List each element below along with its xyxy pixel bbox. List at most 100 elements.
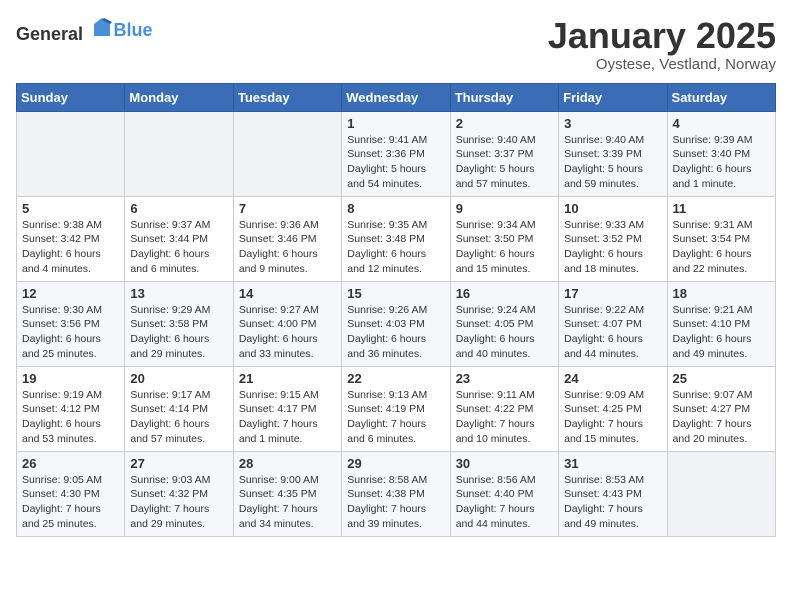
calendar-cell: 27 Sunrise: 9:03 AM Sunset: 4:32 PM Dayli…	[125, 451, 233, 536]
week-row-1: 1 Sunrise: 9:41 AM Sunset: 3:36 PM Daylig…	[17, 111, 776, 196]
day-info: Sunrise: 9:00 AM Sunset: 4:35 PM Dayligh…	[239, 473, 336, 532]
weekday-header-tuesday: Tuesday	[233, 83, 341, 111]
calendar-cell: 16 Sunrise: 9:24 AM Sunset: 4:05 PM Dayli…	[450, 281, 558, 366]
weekday-header-wednesday: Wednesday	[342, 83, 450, 111]
calendar-cell: 12Sunrise: 9:30 AM Sunset: 3:56 PM Dayli…	[17, 281, 125, 366]
calendar-cell: 15Sunrise: 9:26 AM Sunset: 4:03 PM Dayli…	[342, 281, 450, 366]
day-info: Sunrise: 9:27 AM Sunset: 4:00 PM Dayligh…	[239, 303, 336, 362]
day-info: Sunrise: 9:34 AM Sunset: 3:50 PM Dayligh…	[456, 218, 553, 277]
day-number: 6	[130, 201, 227, 216]
day-number: 16	[456, 286, 553, 301]
day-info: Sunrise: 9:38 AM Sunset: 3:42 PM Dayligh…	[22, 218, 119, 277]
calendar-cell: 20Sunrise: 9:17 AM Sunset: 4:14 PM Dayli…	[125, 366, 233, 451]
calendar-cell	[667, 451, 775, 536]
calendar-cell: 26Sunrise: 9:05 AM Sunset: 4:30 PM Dayli…	[17, 451, 125, 536]
calendar-cell: 30Sunrise: 8:56 AM Sunset: 4:40 PM Dayli…	[450, 451, 558, 536]
calendar-cell	[233, 111, 341, 196]
calendar-cell: 5 Sunrise: 9:38 AM Sunset: 3:42 PM Daylig…	[17, 196, 125, 281]
calendar-cell: 23 Sunrise: 9:11 AM Sunset: 4:22 PM Dayli…	[450, 366, 558, 451]
logo: General Blue	[16, 16, 153, 45]
day-number: 4	[673, 116, 770, 131]
day-number: 29	[347, 456, 444, 471]
calendar-cell: 11 Sunrise: 9:31 AM Sunset: 3:54 PM Dayli…	[667, 196, 775, 281]
day-info: Sunrise: 9:03 AM Sunset: 4:32 PM Dayligh…	[130, 473, 227, 532]
day-info: Sunrise: 9:15 AM Sunset: 4:17 PM Dayligh…	[239, 388, 336, 447]
calendar-cell: 14 Sunrise: 9:27 AM Sunset: 4:00 PM Dayli…	[233, 281, 341, 366]
day-info: Sunrise: 9:11 AM Sunset: 4:22 PM Dayligh…	[456, 388, 553, 447]
day-number: 1	[347, 116, 444, 131]
day-info: Sunrise: 9:29 AM Sunset: 3:58 PM Dayligh…	[130, 303, 227, 362]
day-number: 23	[456, 371, 553, 386]
calendar-cell	[17, 111, 125, 196]
weekday-header-monday: Monday	[125, 83, 233, 111]
calendar-cell: 9 Sunrise: 9:34 AM Sunset: 3:50 PM Daylig…	[450, 196, 558, 281]
day-info: Sunrise: 9:37 AM Sunset: 3:44 PM Dayligh…	[130, 218, 227, 277]
calendar-cell: 21 Sunrise: 9:15 AM Sunset: 4:17 PM Dayli…	[233, 366, 341, 451]
calendar-cell	[125, 111, 233, 196]
weekday-header-saturday: Saturday	[667, 83, 775, 111]
logo-blue: Blue	[114, 20, 153, 40]
day-info: Sunrise: 9:40 AM Sunset: 3:39 PM Dayligh…	[564, 133, 661, 192]
day-number: 21	[239, 371, 336, 386]
day-number: 7	[239, 201, 336, 216]
day-info: Sunrise: 9:33 AM Sunset: 3:52 PM Dayligh…	[564, 218, 661, 277]
day-number: 13	[130, 286, 227, 301]
calendar-cell: 22Sunrise: 9:13 AM Sunset: 4:19 PM Dayli…	[342, 366, 450, 451]
weekday-header-friday: Friday	[559, 83, 667, 111]
day-info: Sunrise: 9:41 AM Sunset: 3:36 PM Dayligh…	[347, 133, 444, 192]
calendar-cell: 8 Sunrise: 9:35 AM Sunset: 3:48 PM Daylig…	[342, 196, 450, 281]
day-info: Sunrise: 9:40 AM Sunset: 3:37 PM Dayligh…	[456, 133, 553, 192]
day-info: Sunrise: 9:22 AM Sunset: 4:07 PM Dayligh…	[564, 303, 661, 362]
day-number: 22	[347, 371, 444, 386]
day-info: Sunrise: 9:09 AM Sunset: 4:25 PM Dayligh…	[564, 388, 661, 447]
day-number: 19	[22, 371, 119, 386]
day-number: 25	[673, 371, 770, 386]
day-info: Sunrise: 9:35 AM Sunset: 3:48 PM Dayligh…	[347, 218, 444, 277]
day-info: Sunrise: 9:30 AM Sunset: 3:56 PM Dayligh…	[22, 303, 119, 362]
calendar-cell: 25 Sunrise: 9:07 AM Sunset: 4:27 PM Dayli…	[667, 366, 775, 451]
calendar-cell: 19Sunrise: 9:19 AM Sunset: 4:12 PM Dayli…	[17, 366, 125, 451]
weekday-header-sunday: Sunday	[17, 83, 125, 111]
day-info: Sunrise: 9:17 AM Sunset: 4:14 PM Dayligh…	[130, 388, 227, 447]
calendar-cell: 2Sunrise: 9:40 AM Sunset: 3:37 PM Daylig…	[450, 111, 558, 196]
calendar-table: SundayMondayTuesdayWednesdayThursdayFrid…	[16, 83, 776, 537]
calendar-cell: 24 Sunrise: 9:09 AM Sunset: 4:25 PM Dayli…	[559, 366, 667, 451]
calendar-cell: 3 Sunrise: 9:40 AM Sunset: 3:39 PM Daylig…	[559, 111, 667, 196]
week-row-4: 19Sunrise: 9:19 AM Sunset: 4:12 PM Dayli…	[17, 366, 776, 451]
week-row-5: 26Sunrise: 9:05 AM Sunset: 4:30 PM Dayli…	[17, 451, 776, 536]
day-number: 27	[130, 456, 227, 471]
week-row-3: 12Sunrise: 9:30 AM Sunset: 3:56 PM Dayli…	[17, 281, 776, 366]
day-number: 10	[564, 201, 661, 216]
day-number: 5	[22, 201, 119, 216]
day-number: 9	[456, 201, 553, 216]
day-number: 28	[239, 456, 336, 471]
day-number: 17	[564, 286, 661, 301]
day-number: 18	[673, 286, 770, 301]
day-number: 31	[564, 456, 661, 471]
calendar-cell: 31 Sunrise: 8:53 AM Sunset: 4:43 PM Dayli…	[559, 451, 667, 536]
week-row-2: 5 Sunrise: 9:38 AM Sunset: 3:42 PM Daylig…	[17, 196, 776, 281]
day-number: 11	[673, 201, 770, 216]
day-info: Sunrise: 8:53 AM Sunset: 4:43 PM Dayligh…	[564, 473, 661, 532]
day-info: Sunrise: 8:58 AM Sunset: 4:38 PM Dayligh…	[347, 473, 444, 532]
day-number: 14	[239, 286, 336, 301]
calendar-cell: 7Sunrise: 9:36 AM Sunset: 3:46 PM Daylig…	[233, 196, 341, 281]
location-title: Oystese, Vestland, Norway	[548, 56, 776, 73]
calendar-cell: 17 Sunrise: 9:22 AM Sunset: 4:07 PM Dayli…	[559, 281, 667, 366]
page-header: General Blue January 2025 Oystese, Vestl…	[16, 16, 776, 73]
weekday-header-row: SundayMondayTuesdayWednesdayThursdayFrid…	[17, 83, 776, 111]
day-info: Sunrise: 9:24 AM Sunset: 4:05 PM Dayligh…	[456, 303, 553, 362]
day-info: Sunrise: 9:31 AM Sunset: 3:54 PM Dayligh…	[673, 218, 770, 277]
day-number: 15	[347, 286, 444, 301]
day-number: 30	[456, 456, 553, 471]
weekday-header-thursday: Thursday	[450, 83, 558, 111]
day-info: Sunrise: 9:39 AM Sunset: 3:40 PM Dayligh…	[673, 133, 770, 192]
calendar-cell: 28 Sunrise: 9:00 AM Sunset: 4:35 PM Dayli…	[233, 451, 341, 536]
day-number: 8	[347, 201, 444, 216]
day-number: 3	[564, 116, 661, 131]
day-info: Sunrise: 9:07 AM Sunset: 4:27 PM Dayligh…	[673, 388, 770, 447]
day-number: 24	[564, 371, 661, 386]
calendar-cell: 1 Sunrise: 9:41 AM Sunset: 3:36 PM Daylig…	[342, 111, 450, 196]
day-number: 26	[22, 456, 119, 471]
month-title: January 2025	[548, 16, 776, 56]
